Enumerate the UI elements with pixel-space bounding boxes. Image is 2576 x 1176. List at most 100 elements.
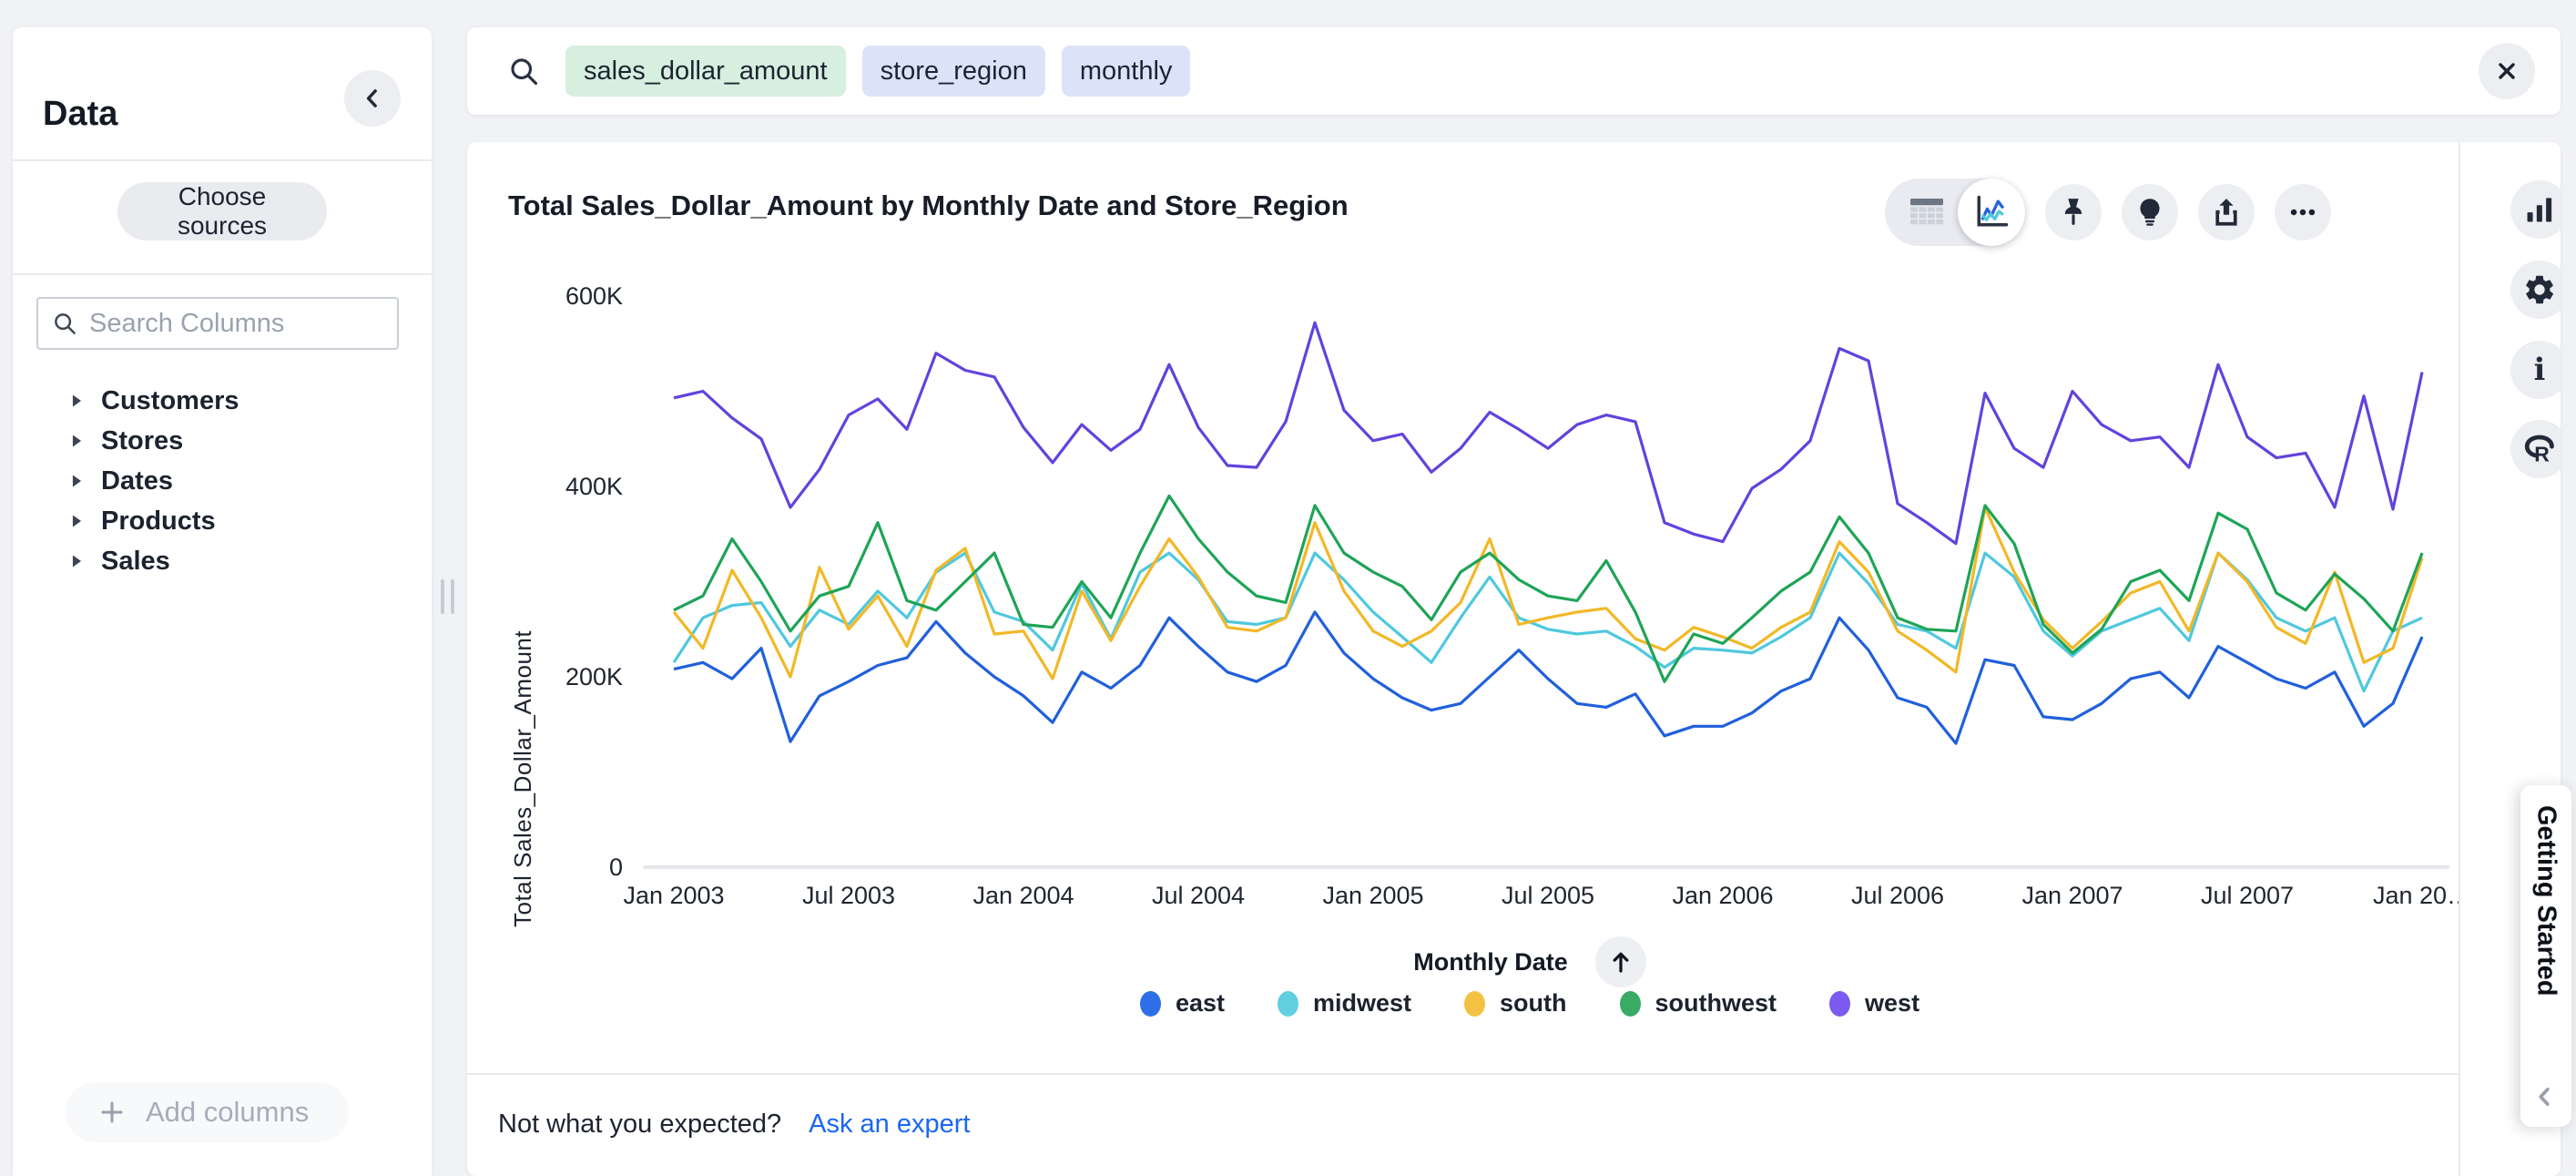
add-columns-button[interactable]: Add columns bbox=[66, 1082, 349, 1142]
info-button[interactable]: i bbox=[2510, 341, 2561, 399]
share-button[interactable] bbox=[2198, 184, 2255, 240]
more-actions-button[interactable] bbox=[2275, 184, 2331, 240]
data-panel: Data Choose sources Customers Stores Dates… bbox=[13, 27, 432, 1176]
x-tick-label: Jan 20… bbox=[2373, 882, 2471, 910]
legend-dot bbox=[1620, 991, 1641, 1017]
caret-right-icon bbox=[71, 394, 83, 408]
legend-label: west bbox=[1865, 989, 1919, 1017]
legend-label: southwest bbox=[1655, 989, 1777, 1017]
close-icon bbox=[2496, 60, 2518, 82]
legend-item-midwest[interactable]: midwest bbox=[1278, 989, 1411, 1017]
tree-item-label: Customers bbox=[101, 386, 239, 416]
x-tick-label: Jan 2004 bbox=[972, 882, 1074, 910]
legend-item-south[interactable]: south bbox=[1464, 989, 1567, 1017]
tree-item-label: Products bbox=[101, 506, 216, 537]
clear-search-button[interactable] bbox=[2479, 43, 2535, 99]
caret-right-icon bbox=[71, 514, 83, 528]
series-line-south bbox=[674, 507, 2422, 679]
x-axis-name-row: Monthly Date bbox=[637, 936, 2422, 987]
chart-series-svg bbox=[637, 264, 2422, 867]
tree-item-label: Dates bbox=[101, 466, 173, 496]
chevron-left-icon bbox=[359, 85, 386, 112]
chart-legend: east midwest south southwest west bbox=[637, 989, 2422, 1017]
series-line-east bbox=[674, 612, 2422, 743]
data-panel-title: Data bbox=[43, 95, 117, 134]
x-tick-label: Jan 2003 bbox=[623, 882, 724, 910]
tree-item-products[interactable]: Products bbox=[13, 501, 432, 541]
line-chart-icon bbox=[1971, 192, 2011, 232]
chevron-left-icon bbox=[2530, 1083, 2558, 1110]
legend-item-east[interactable]: east bbox=[1140, 989, 1225, 1017]
x-tick-label: Jul 2005 bbox=[1502, 882, 1594, 910]
tree-item-stores[interactable]: Stores bbox=[13, 421, 432, 461]
legend-dot bbox=[1140, 991, 1161, 1017]
search-bar[interactable]: sales_dollar_amount store_region monthly bbox=[467, 27, 2561, 115]
bar-chart-icon bbox=[2522, 192, 2557, 227]
legend-item-southwest[interactable]: southwest bbox=[1620, 989, 1777, 1017]
x-tick-label: Jan 2006 bbox=[1672, 882, 1773, 910]
column-tree: Customers Stores Dates Products Sales bbox=[13, 381, 432, 581]
legend-item-west[interactable]: west bbox=[1829, 989, 1919, 1017]
table-view-button[interactable] bbox=[1905, 190, 1949, 234]
share-icon bbox=[2211, 197, 2242, 228]
search-token[interactable]: store_region bbox=[862, 46, 1045, 97]
pin-button[interactable] bbox=[2045, 184, 2102, 240]
lightbulb-icon bbox=[2134, 197, 2165, 228]
panel-resize-handle[interactable] bbox=[441, 579, 454, 614]
line-chart-plot[interactable] bbox=[637, 264, 2422, 867]
tree-item-dates[interactable]: Dates bbox=[13, 461, 432, 501]
r-analysis-button[interactable]: R bbox=[2510, 420, 2561, 478]
getting-started-panel[interactable]: Getting Started bbox=[2520, 785, 2571, 1127]
chart-title: Total Sales_Dollar_Amount by Monthly Dat… bbox=[508, 189, 1349, 222]
sort-ascending-button[interactable] bbox=[1595, 936, 1646, 987]
insights-button[interactable] bbox=[2122, 184, 2178, 240]
legend-dot bbox=[1829, 991, 1850, 1017]
ask-an-expert-link[interactable]: Ask an expert bbox=[809, 1110, 970, 1140]
x-tick-label: Jul 2006 bbox=[1851, 882, 1944, 910]
series-line-west bbox=[674, 322, 2422, 543]
tree-item-label: Sales bbox=[101, 547, 170, 577]
divider bbox=[467, 1073, 2561, 1075]
collapse-panel-button[interactable] bbox=[344, 70, 401, 127]
legend-dot bbox=[1278, 991, 1298, 1017]
y-tick-label: 200K bbox=[565, 661, 623, 692]
caret-right-icon bbox=[71, 554, 83, 568]
search-icon bbox=[51, 310, 78, 337]
series-line-southwest bbox=[674, 496, 2422, 681]
view-toggle bbox=[1885, 179, 2025, 246]
legend-dot bbox=[1464, 991, 1485, 1017]
divider bbox=[2459, 142, 2460, 1176]
info-icon: i bbox=[2522, 353, 2557, 387]
plus-icon bbox=[98, 1099, 126, 1126]
search-token[interactable]: monthly bbox=[1062, 46, 1191, 97]
legend-label: south bbox=[1500, 989, 1567, 1017]
x-tick-label: Jul 2004 bbox=[1152, 882, 1245, 910]
tree-item-sales[interactable]: Sales bbox=[13, 541, 432, 581]
legend-label: east bbox=[1176, 989, 1225, 1017]
arrow-up-icon bbox=[1607, 948, 1634, 976]
divider bbox=[13, 273, 432, 275]
tree-item-label: Stores bbox=[101, 426, 183, 456]
x-axis-line bbox=[643, 865, 2449, 869]
svg-text:R: R bbox=[2534, 442, 2550, 465]
answer-footer: Not what you expected? Ask an expert bbox=[498, 1110, 970, 1140]
tree-item-customers[interactable]: Customers bbox=[13, 381, 432, 421]
collapse-getting-started-button[interactable] bbox=[2530, 1083, 2561, 1114]
x-axis-title: Monthly Date bbox=[1413, 948, 1568, 977]
configure-button[interactable] bbox=[2510, 261, 2561, 319]
y-tick-label: 0 bbox=[609, 852, 623, 883]
caret-right-icon bbox=[71, 474, 83, 488]
add-columns-label: Add columns bbox=[146, 1096, 309, 1129]
choose-sources-button[interactable]: Choose sources bbox=[117, 182, 327, 240]
getting-started-label: Getting Started bbox=[2531, 805, 2561, 996]
y-tick-label: 400K bbox=[565, 471, 623, 502]
column-search-input[interactable] bbox=[89, 309, 384, 339]
r-logo-icon: R bbox=[2522, 432, 2557, 466]
search-token[interactable]: sales_dollar_amount bbox=[565, 46, 846, 97]
column-search[interactable] bbox=[36, 297, 399, 350]
svg-text:i: i bbox=[2534, 353, 2546, 387]
chart-view-button[interactable] bbox=[1958, 179, 2025, 246]
x-tick-label: Jul 2003 bbox=[802, 882, 895, 910]
x-tick-label: Jan 2005 bbox=[1322, 882, 1423, 910]
chart-type-button[interactable] bbox=[2510, 180, 2561, 239]
